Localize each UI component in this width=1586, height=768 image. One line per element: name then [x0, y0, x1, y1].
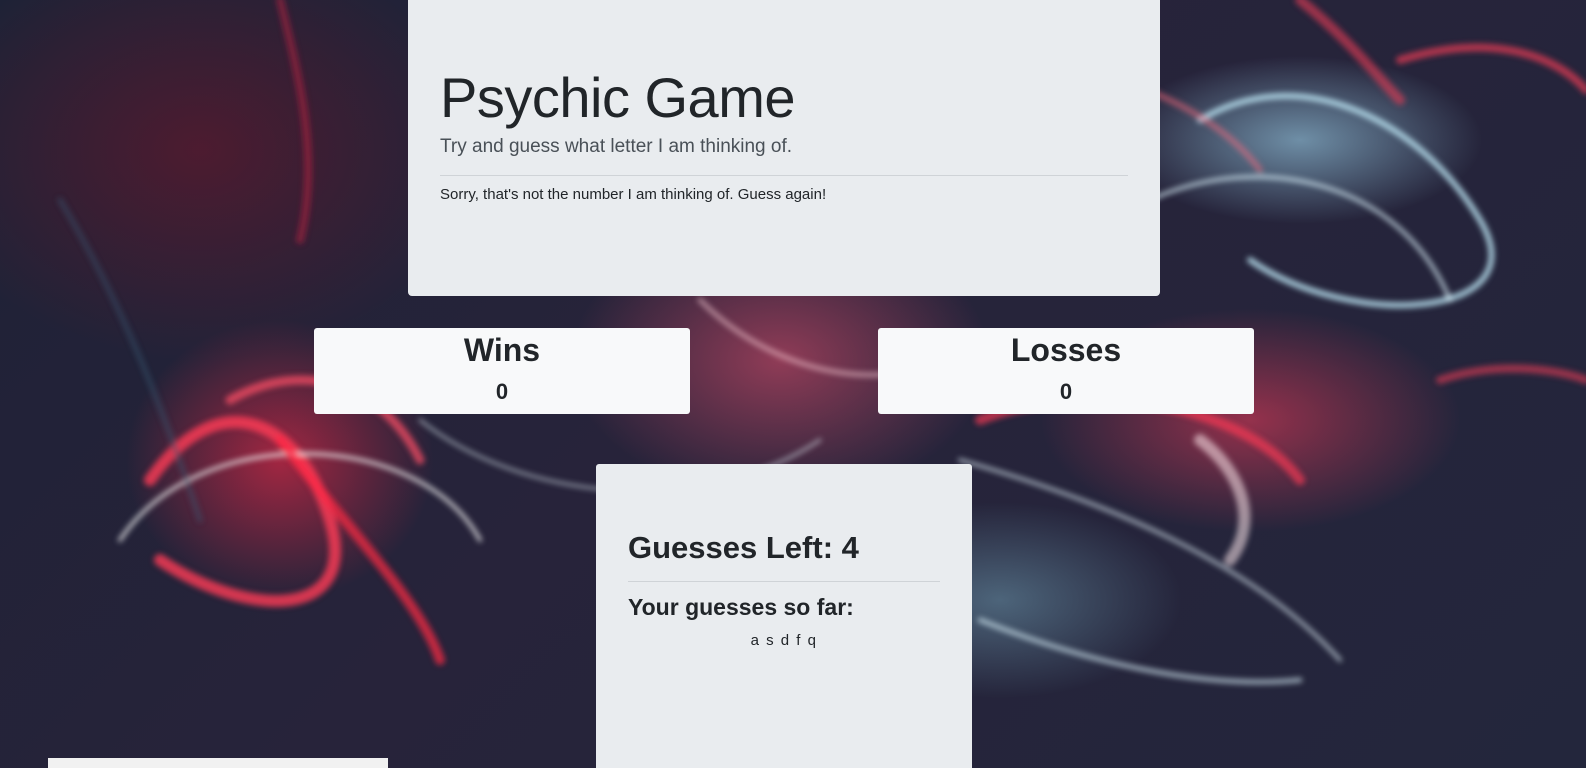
wins-count: 0	[495, 379, 509, 404]
wins-label: Wins	[463, 332, 541, 368]
guessed-letters: a s d f q	[750, 632, 818, 649]
guesses-panel: Guesses Left: 4 Your guesses so far: a s…	[596, 464, 972, 768]
wins-card: Wins 0	[314, 328, 690, 414]
horizontal-scrollbar[interactable]	[48, 758, 388, 768]
header-panel: Psychic Game Try and guess what letter I…	[408, 0, 1160, 296]
page-subtitle: Try and guess what letter I am thinking …	[440, 136, 793, 157]
divider	[628, 581, 940, 582]
losses-label: Losses	[1010, 332, 1122, 368]
guesses-left-heading: Guesses Left: 4	[628, 528, 940, 568]
status-message: Sorry, that's not the number I am thinki…	[440, 186, 827, 203]
guesses-left-count: 4	[841, 530, 859, 565]
losses-count: 0	[1059, 379, 1073, 404]
guesses-left-label: Guesses Left:	[628, 530, 842, 565]
guesses-so-far-label: Your guesses so far:	[628, 594, 854, 620]
page-title: Psychic Game	[440, 66, 796, 129]
divider	[440, 175, 1128, 176]
losses-card: Losses 0	[878, 328, 1254, 414]
